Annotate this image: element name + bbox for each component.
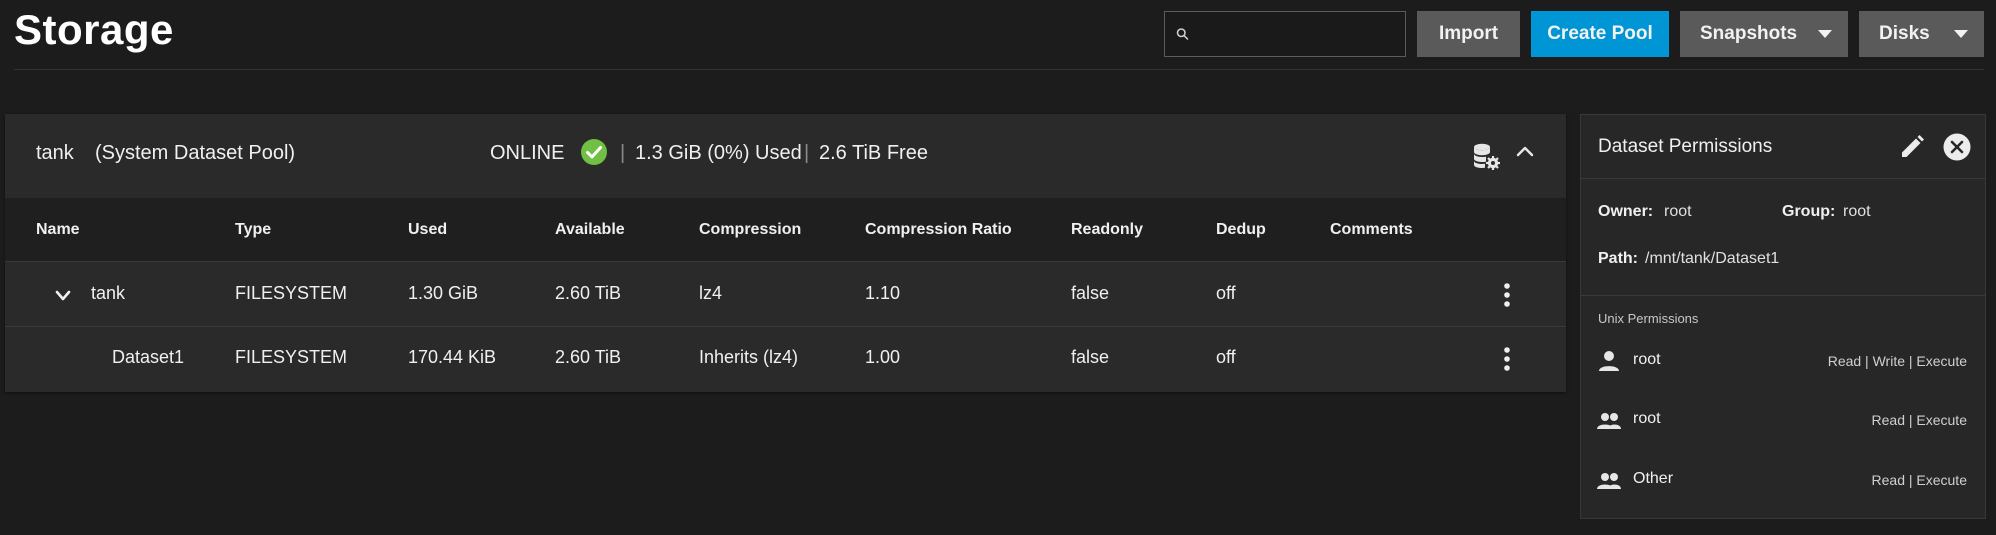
import-button-label: Import xyxy=(1438,23,1499,44)
disks-dropdown-button[interactable]: Disks xyxy=(1859,11,1984,57)
check-circle-icon xyxy=(581,139,607,165)
owner-value: root xyxy=(1664,203,1692,220)
permission-name: root xyxy=(1633,351,1661,368)
system-dataset-label: (System Dataset Pool) xyxy=(95,142,296,164)
group-value: root xyxy=(1843,203,1871,220)
column-header-compression-ratio[interactable]: Compression Ratio xyxy=(865,221,1012,239)
path-label: Path: xyxy=(1598,250,1638,267)
disks-button-label: Disks xyxy=(1879,23,1930,44)
permissions-title: Dataset Permissions xyxy=(1598,136,1773,157)
user-icon xyxy=(1599,351,1619,371)
pool-free: 2.6 TiB Free xyxy=(819,142,928,164)
group-icon xyxy=(1597,413,1621,429)
dataset-compression-ratio: 1.00 xyxy=(865,347,901,367)
page-title: Storage xyxy=(14,6,174,53)
dataset-dedup: off xyxy=(1216,283,1236,303)
column-header-dedup[interactable]: Dedup xyxy=(1216,221,1266,239)
more-vert-icon[interactable] xyxy=(1503,346,1511,372)
table-row[interactable]: tank FILESYSTEM 1.30 GiB 2.60 TiB lz4 1.… xyxy=(5,263,1566,327)
dataset-used: 1.30 GiB xyxy=(408,283,479,303)
dataset-name: tank xyxy=(91,283,126,303)
create-pool-button-label: Create Pool xyxy=(1547,23,1653,44)
pool-used: 1.3 GiB (0%) Used xyxy=(635,142,802,164)
import-button[interactable]: Import xyxy=(1417,11,1520,57)
separator: | xyxy=(620,142,626,164)
dataset-type: FILESYSTEM xyxy=(235,283,348,303)
column-header-name[interactable]: Name xyxy=(36,221,80,239)
permission-name: root xyxy=(1633,410,1661,427)
create-pool-button[interactable]: Create Pool xyxy=(1531,11,1669,57)
pool-card: tank (System Dataset Pool) ONLINE | 1.3 … xyxy=(5,114,1566,392)
dataset-compression: lz4 xyxy=(699,283,723,303)
permission-name: Other xyxy=(1633,470,1674,487)
permission-rights: Read | Write | Execute xyxy=(1827,353,1967,369)
snapshots-dropdown-button[interactable]: Snapshots xyxy=(1680,11,1848,57)
search-icon xyxy=(1176,28,1189,40)
group-icon xyxy=(1597,473,1621,489)
dataset-table-header: Name Type Used Available Compression Com… xyxy=(5,198,1566,262)
dataset-name: Dataset1 xyxy=(112,347,185,367)
dataset-type: FILESYSTEM xyxy=(235,347,348,367)
path-value: /mnt/tank/Dataset1 xyxy=(1645,250,1780,267)
unix-permissions-title: Unix Permissions xyxy=(1598,311,1699,326)
dataset-permissions-panel: Dataset Permissions Owner: root Group: r… xyxy=(1580,114,1986,519)
dataset-compression: Inherits (lz4) xyxy=(699,347,799,367)
pool-operations-icon[interactable] xyxy=(1471,141,1501,171)
more-vert-icon[interactable] xyxy=(1503,282,1511,308)
search-field[interactable] xyxy=(1164,11,1406,57)
column-header-readonly[interactable]: Readonly xyxy=(1071,221,1143,239)
column-header-used[interactable]: Used xyxy=(408,221,447,239)
dataset-readonly: false xyxy=(1071,347,1110,367)
dataset-available: 2.60 TiB xyxy=(555,283,622,303)
divider xyxy=(1581,295,1985,296)
pool-status: ONLINE xyxy=(490,142,565,164)
search-input[interactable] xyxy=(1190,12,1405,56)
permission-rights: Read | Execute xyxy=(1871,412,1967,428)
close-icon[interactable] xyxy=(1942,132,1972,162)
caret-down-icon xyxy=(1954,30,1968,38)
owner-label: Owner: xyxy=(1598,203,1654,220)
dataset-available: 2.60 TiB xyxy=(555,347,622,367)
dataset-dedup: off xyxy=(1216,347,1236,367)
group-label: Group: xyxy=(1782,203,1836,220)
dataset-readonly: false xyxy=(1071,283,1110,303)
dataset-used: 170.44 KiB xyxy=(408,347,497,367)
column-header-type[interactable]: Type xyxy=(235,221,271,239)
column-header-comments[interactable]: Comments xyxy=(1330,221,1413,239)
header-divider xyxy=(14,69,1984,70)
chevron-up-icon[interactable] xyxy=(1513,140,1537,164)
column-header-available[interactable]: Available xyxy=(555,221,625,239)
edit-pencil-icon[interactable] xyxy=(1897,132,1927,162)
permission-rights: Read | Execute xyxy=(1871,472,1967,488)
permissions-header: Dataset Permissions xyxy=(1581,115,1985,179)
column-header-compression[interactable]: Compression xyxy=(699,221,801,239)
caret-down-icon xyxy=(1818,30,1832,38)
pool-name: tank xyxy=(36,142,74,164)
dataset-compression-ratio: 1.10 xyxy=(865,283,901,303)
separator: | xyxy=(804,142,810,164)
chevron-down-icon[interactable] xyxy=(54,289,72,303)
table-row[interactable]: Dataset1 FILESYSTEM 170.44 KiB 2.60 TiB … xyxy=(5,327,1566,391)
pool-header: tank (System Dataset Pool) ONLINE | 1.3 … xyxy=(5,114,1566,198)
snapshots-button-label: Snapshots xyxy=(1700,23,1798,44)
